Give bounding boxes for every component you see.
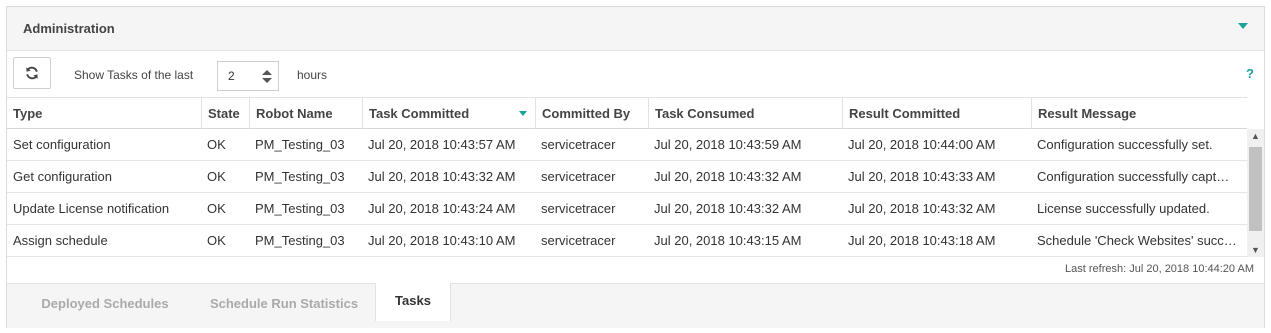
tab-schedule-run-statistics[interactable]: Schedule Run Statistics (193, 284, 375, 328)
cell-state: OK (207, 169, 226, 184)
column-header-task-committed-label: Task Committed (369, 106, 470, 121)
collapse-caret-icon[interactable] (1238, 23, 1248, 29)
sort-descending-icon (519, 111, 527, 116)
cell-task-consumed: Jul 20, 2018 10:43:32 AM (654, 201, 802, 216)
tasks-table: Type State Robot Name Task Committed Com… (7, 97, 1247, 257)
increment-arrow-icon[interactable] (262, 70, 272, 75)
decrement-arrow-icon[interactable] (262, 78, 272, 83)
cell-result-committed: Jul 20, 2018 10:44:00 AM (848, 137, 996, 152)
column-header-state[interactable]: State (201, 98, 249, 129)
cell-result-message: Configuration successfully set. (1037, 137, 1213, 152)
table-row[interactable]: Update License notification OK PM_Testin… (7, 193, 1247, 225)
cell-committed-by: servicetracer (541, 137, 616, 152)
cell-task-consumed: Jul 20, 2018 10:43:15 AM (654, 233, 802, 248)
table-scrollbar[interactable]: ▲ ▼ (1247, 129, 1264, 257)
cell-task-committed: Jul 20, 2018 10:43:24 AM (368, 201, 516, 216)
cell-type: Set configuration (13, 137, 111, 152)
cell-result-committed: Jul 20, 2018 10:43:33 AM (848, 169, 996, 184)
cell-type: Assign schedule (13, 233, 108, 248)
cell-result-message: License successfully updated. (1037, 201, 1210, 216)
panel-header[interactable]: Administration (7, 7, 1264, 51)
show-tasks-label: Show Tasks of the last (74, 68, 194, 82)
cell-committed-by: servicetracer (541, 233, 616, 248)
column-header-task-committed[interactable]: Task Committed (362, 98, 535, 129)
cell-task-committed: Jul 20, 2018 10:43:57 AM (368, 137, 516, 152)
cell-type: Update License notification (13, 201, 170, 216)
last-refresh-status: Last refresh: Jul 20, 2018 10:44:20 AM (1065, 263, 1254, 275)
cell-state: OK (207, 137, 226, 152)
table-row[interactable]: Assign schedule OK PM_Testing_03 Jul 20,… (7, 225, 1247, 257)
tab-deployed-schedules[interactable]: Deployed Schedules (17, 284, 193, 328)
cell-task-committed: Jul 20, 2018 10:43:32 AM (368, 169, 516, 184)
cell-result-message: Schedule 'Check Websites' succ… (1037, 233, 1237, 248)
hours-stepper[interactable] (217, 61, 279, 91)
cell-result-committed: Jul 20, 2018 10:43:32 AM (848, 201, 996, 216)
panel-title: Administration (23, 21, 115, 36)
scroll-up-icon[interactable]: ▲ (1251, 132, 1260, 141)
refresh-button[interactable] (13, 57, 51, 89)
cell-task-consumed: Jul 20, 2018 10:43:32 AM (654, 169, 802, 184)
column-header-robot-name[interactable]: Robot Name (249, 98, 362, 129)
administration-panel: Administration Show Tasks of the last ho… (6, 6, 1265, 328)
column-header-type[interactable]: Type (7, 98, 201, 129)
cell-committed-by: servicetracer (541, 169, 616, 184)
table-header: Type State Robot Name Task Committed Com… (7, 97, 1247, 129)
cell-state: OK (207, 201, 226, 216)
cell-result-committed: Jul 20, 2018 10:43:18 AM (848, 233, 996, 248)
cell-robot-name: PM_Testing_03 (255, 233, 345, 248)
scroll-down-icon[interactable]: ▼ (1251, 246, 1260, 255)
table-row[interactable]: Set configuration OK PM_Testing_03 Jul 2… (7, 129, 1247, 161)
tab-tasks[interactable]: Tasks (375, 283, 451, 321)
cell-robot-name: PM_Testing_03 (255, 201, 345, 216)
cell-result-message: Configuration successfully capt… (1037, 169, 1230, 184)
column-header-task-consumed[interactable]: Task Consumed (648, 98, 842, 129)
cell-robot-name: PM_Testing_03 (255, 169, 345, 184)
column-header-result-message[interactable]: Result Message (1031, 98, 1244, 129)
cell-task-committed: Jul 20, 2018 10:43:10 AM (368, 233, 516, 248)
column-header-committed-by[interactable]: Committed By (535, 98, 648, 129)
scrollbar-thumb[interactable] (1249, 147, 1262, 231)
tab-bar: Deployed Schedules Schedule Run Statisti… (7, 283, 1264, 328)
cell-committed-by: servicetracer (541, 201, 616, 216)
cell-state: OK (207, 233, 226, 248)
help-icon[interactable]: ? (1246, 66, 1254, 81)
hours-unit-label: hours (297, 68, 328, 82)
column-header-result-committed[interactable]: Result Committed (842, 98, 1031, 129)
cell-task-consumed: Jul 20, 2018 10:43:59 AM (654, 137, 802, 152)
refresh-icon (26, 66, 38, 80)
task-toolbar: Show Tasks of the last hours ? (7, 51, 1264, 97)
table-row[interactable]: Get configuration OK PM_Testing_03 Jul 2… (7, 161, 1247, 193)
cell-type: Get configuration (13, 169, 113, 184)
cell-robot-name: PM_Testing_03 (255, 137, 345, 152)
hours-input[interactable] (218, 62, 260, 90)
